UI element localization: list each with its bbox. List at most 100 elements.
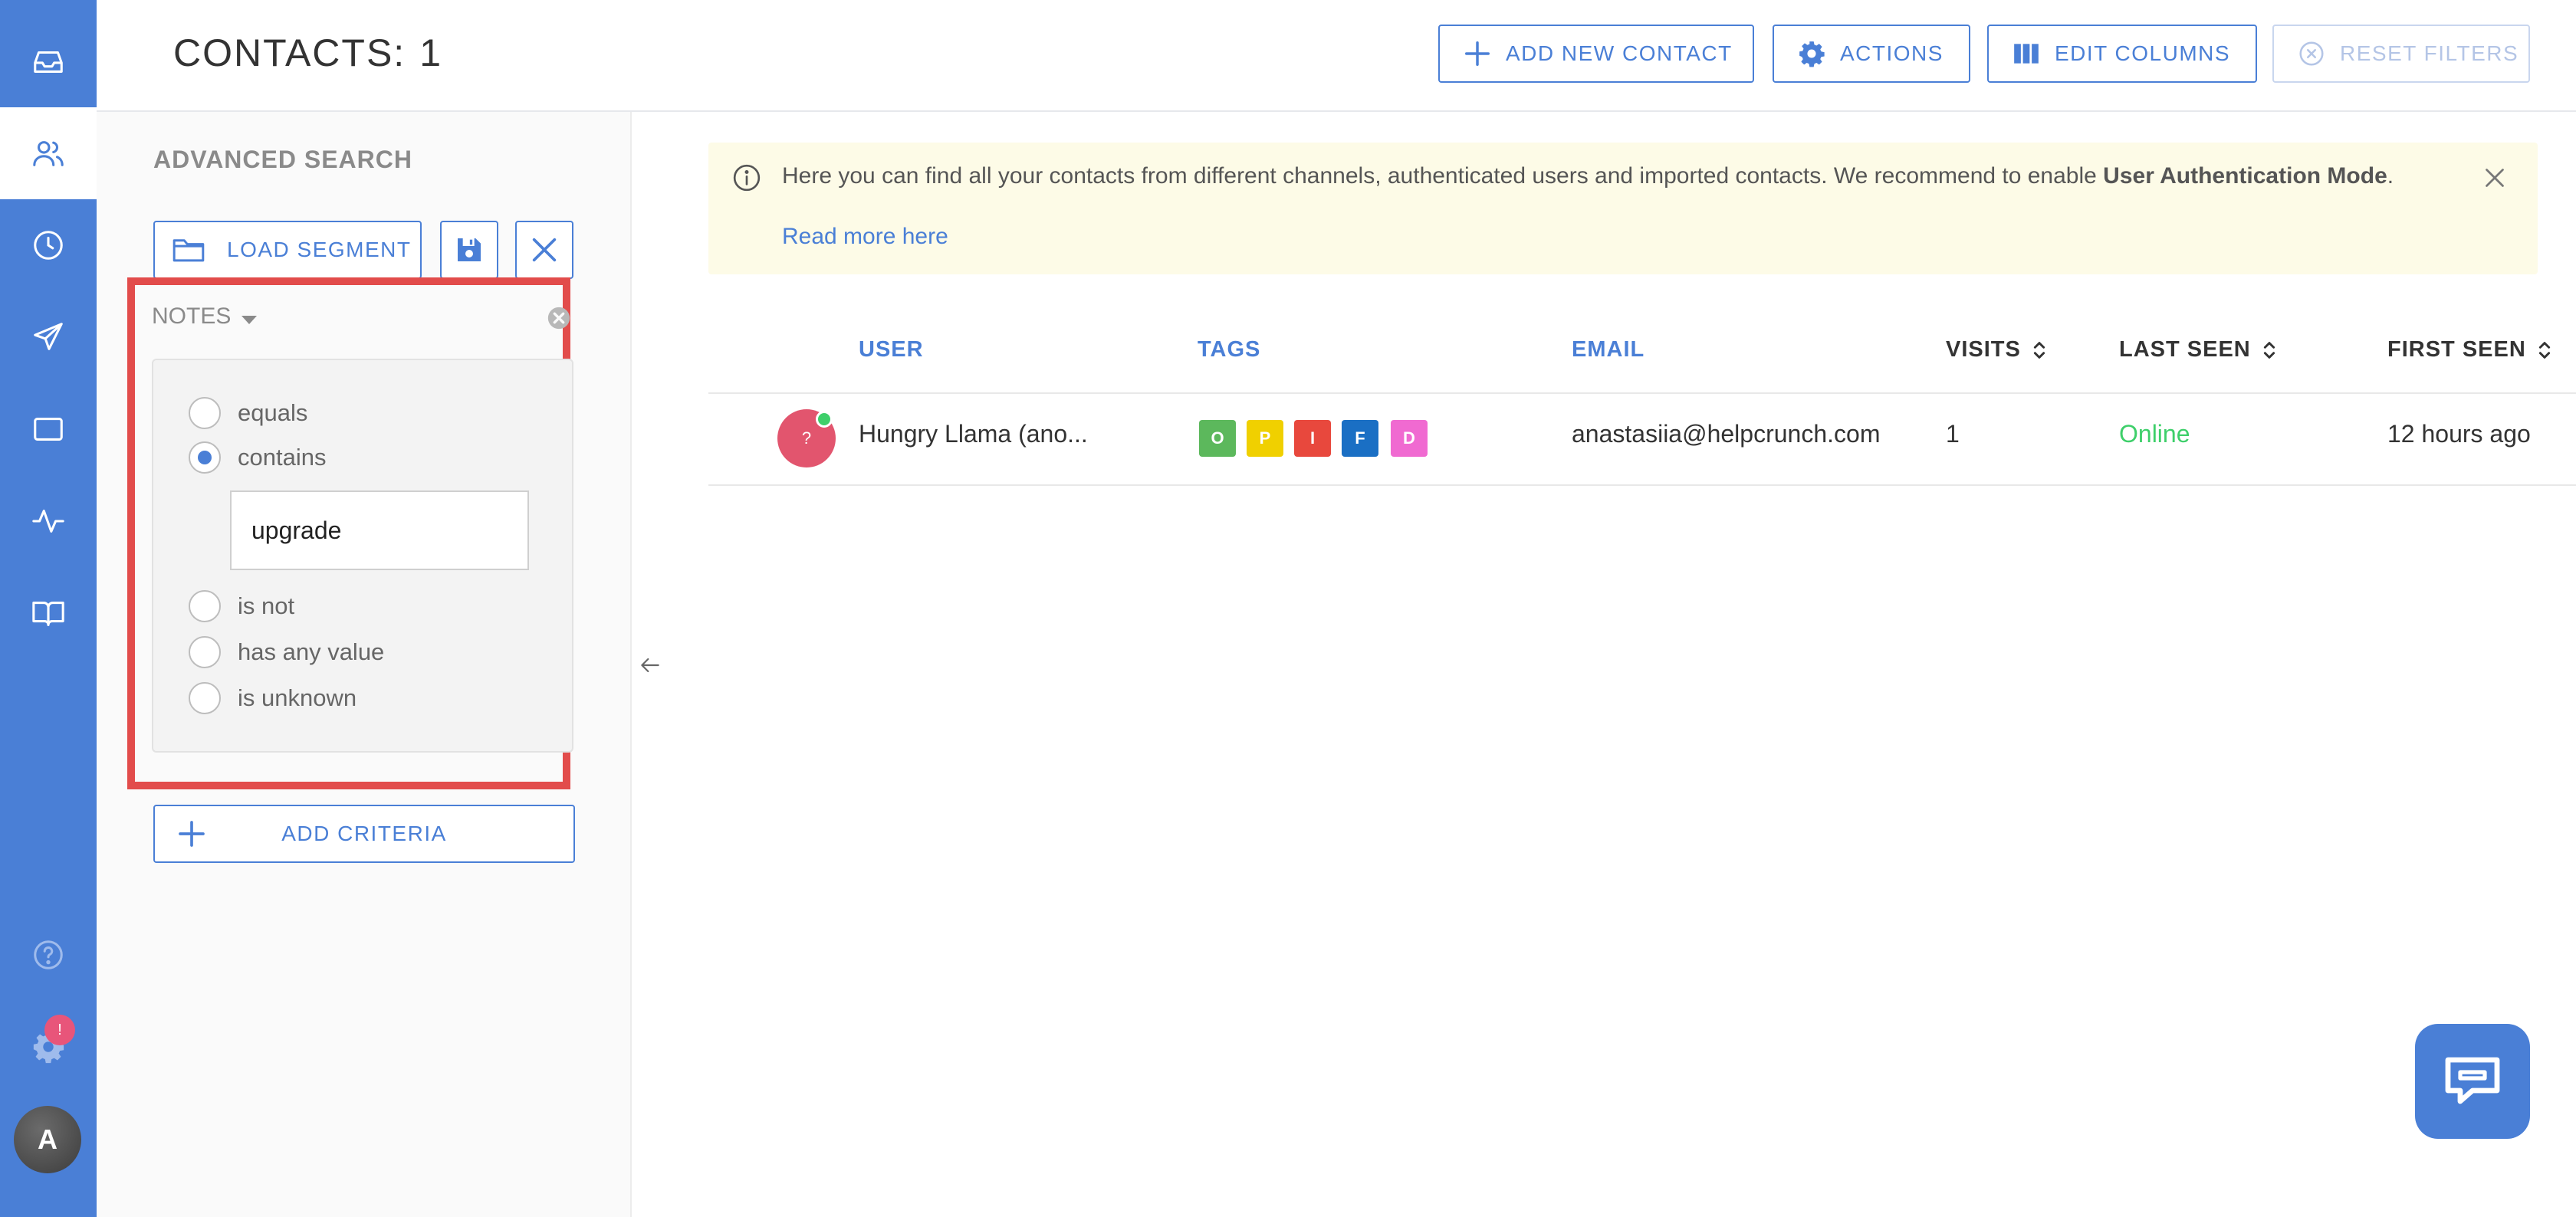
info-text-bold: User Authentication Mode bbox=[2103, 163, 2387, 189]
left-navigation-rail: ! A bbox=[0, 0, 97, 1217]
column-header-tags[interactable]: TAGS bbox=[1198, 337, 1260, 362]
chat-bubble-icon bbox=[2445, 1057, 2500, 1104]
actions-label: ACTIONS bbox=[1840, 41, 1944, 65]
contact-first-seen: 12 hours ago bbox=[2387, 420, 2531, 448]
nav-knowledge-base[interactable] bbox=[0, 567, 97, 659]
save-icon bbox=[458, 238, 481, 261]
pulse-icon bbox=[32, 510, 64, 533]
radio-is-unknown[interactable] bbox=[189, 682, 221, 714]
nav-inbox[interactable] bbox=[0, 15, 97, 107]
column-visits-label: VISITS bbox=[1946, 337, 2021, 362]
load-segment-label: LOAD SEGMENT bbox=[227, 238, 412, 261]
option-has-any-value[interactable]: has any value bbox=[189, 636, 384, 668]
option-has-any-value-label: has any value bbox=[238, 638, 385, 665]
nav-popups[interactable] bbox=[0, 383, 97, 475]
advanced-search-title: ADVANCED SEARCH bbox=[153, 146, 412, 173]
folder-icon bbox=[172, 239, 205, 262]
close-banner-icon[interactable] bbox=[2481, 164, 2509, 192]
column-user-label: USER bbox=[859, 337, 924, 362]
read-more-link[interactable]: Read more here bbox=[782, 224, 948, 250]
page-title-label: CONTACTS: bbox=[173, 31, 406, 74]
column-header-email[interactable]: EMAIL bbox=[1572, 337, 1644, 362]
page-header: CONTACTS: 1 ADD NEW CONTACT ACTIONS EDIT … bbox=[97, 0, 2576, 112]
tag-badge: P bbox=[1247, 420, 1283, 457]
info-banner: Here you can find all your contacts from… bbox=[708, 143, 2538, 274]
add-criteria-button[interactable]: ADD CRITERIA bbox=[153, 805, 575, 863]
clear-segment-button[interactable] bbox=[515, 221, 573, 279]
plus-icon bbox=[179, 821, 205, 847]
load-segment-button[interactable]: LOAD SEGMENT bbox=[153, 221, 422, 279]
criterion-field-selector[interactable]: NOTES bbox=[152, 303, 258, 330]
sort-icon bbox=[2538, 341, 2550, 359]
reset-filters-button[interactable]: RESET FILTERS bbox=[2272, 25, 2530, 83]
collapse-panel-arrow-icon[interactable] bbox=[638, 653, 662, 677]
info-icon bbox=[733, 164, 761, 192]
column-header-last-seen[interactable]: LAST SEEN bbox=[2119, 337, 2277, 362]
nav-history[interactable] bbox=[0, 199, 97, 291]
page-title: CONTACTS: 1 bbox=[173, 31, 442, 75]
user-avatar[interactable]: A bbox=[14, 1106, 81, 1173]
info-text-end: . bbox=[2387, 163, 2394, 189]
criterion-options-box: equals contains is not has any value is … bbox=[152, 359, 573, 753]
clock-icon bbox=[34, 231, 63, 260]
remove-criterion-icon[interactable] bbox=[546, 305, 572, 331]
advanced-search-panel: ADVANCED SEARCH LOAD SEGMENT NOTES equal… bbox=[97, 112, 632, 1217]
settings-notification-badge: ! bbox=[44, 1015, 75, 1045]
book-icon bbox=[32, 602, 64, 626]
nav-statistics[interactable] bbox=[0, 475, 97, 567]
contacts-count: 1 bbox=[419, 31, 442, 74]
option-contains[interactable]: contains bbox=[189, 441, 326, 474]
add-new-contact-button[interactable]: ADD NEW CONTACT bbox=[1438, 25, 1754, 83]
actions-button[interactable]: ACTIONS bbox=[1773, 25, 1970, 83]
info-text-main: Here you can find all your contacts from… bbox=[782, 163, 2104, 189]
contacts-icon bbox=[33, 141, 64, 166]
column-header-first-seen[interactable]: FIRST SEEN bbox=[2387, 337, 2552, 362]
contact-visits: 1 bbox=[1946, 420, 1960, 448]
caret-down-icon bbox=[242, 315, 258, 324]
radio-contains[interactable] bbox=[189, 441, 221, 474]
column-header-visits[interactable]: VISITS bbox=[1946, 337, 2047, 362]
contact-user-name[interactable]: Hungry Llama (ano... bbox=[859, 420, 1088, 448]
radio-equals[interactable] bbox=[189, 397, 221, 429]
option-contains-label: contains bbox=[238, 444, 327, 471]
sort-icon bbox=[2263, 341, 2275, 359]
contact-email: anastasiia@helpcrunch.com bbox=[1572, 420, 1881, 448]
tag-badge: F bbox=[1342, 420, 1378, 457]
edit-columns-button[interactable]: EDIT COLUMNS bbox=[1987, 25, 2257, 83]
window-icon bbox=[34, 418, 63, 441]
option-equals-label: equals bbox=[238, 399, 308, 426]
nav-settings[interactable] bbox=[0, 1001, 97, 1093]
radio-has-any-value[interactable] bbox=[189, 636, 221, 668]
criterion-value-input[interactable] bbox=[230, 490, 529, 570]
radio-is-not[interactable] bbox=[189, 590, 221, 622]
option-is-not-label: is not bbox=[238, 592, 295, 619]
column-tags-label: TAGS bbox=[1198, 337, 1261, 362]
save-segment-button[interactable] bbox=[440, 221, 498, 279]
nav-campaigns[interactable] bbox=[0, 291, 97, 383]
plus-icon bbox=[1465, 41, 1490, 66]
send-icon bbox=[34, 323, 63, 350]
option-is-unknown-label: is unknown bbox=[238, 684, 357, 711]
option-equals[interactable]: equals bbox=[189, 397, 307, 429]
table-row-divider bbox=[708, 484, 2576, 486]
chat-widget-button[interactable] bbox=[2415, 1024, 2530, 1139]
tag-badge: D bbox=[1391, 420, 1428, 457]
inbox-icon bbox=[34, 51, 63, 73]
add-criteria-label: ADD CRITERIA bbox=[281, 822, 447, 845]
nav-help[interactable] bbox=[0, 909, 97, 1001]
info-banner-text: Here you can find all your contacts from… bbox=[782, 161, 2423, 192]
column-header-user[interactable]: USER bbox=[859, 337, 924, 362]
criterion-field-name: NOTES bbox=[152, 303, 232, 329]
columns-icon bbox=[2014, 44, 2039, 64]
notes-criterion-card: NOTES equals contains is not has any val… bbox=[127, 277, 573, 789]
option-is-unknown[interactable]: is unknown bbox=[189, 682, 356, 714]
contact-last-seen: Online bbox=[2119, 420, 2190, 448]
online-status-dot bbox=[816, 411, 833, 428]
add-new-contact-label: ADD NEW CONTACT bbox=[1506, 41, 1733, 65]
option-is-not[interactable]: is not bbox=[189, 590, 294, 622]
clear-circle-icon bbox=[2299, 41, 2324, 66]
column-first-seen-label: FIRST SEEN bbox=[2387, 337, 2526, 362]
nav-contacts[interactable] bbox=[0, 107, 97, 199]
column-email-label: EMAIL bbox=[1572, 337, 1645, 362]
tag-badge: I bbox=[1294, 420, 1331, 457]
